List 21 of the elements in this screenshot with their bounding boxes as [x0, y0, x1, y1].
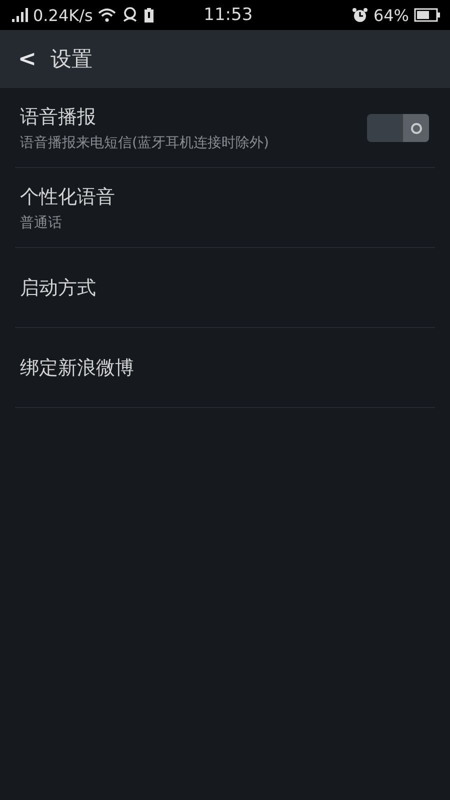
item-subtitle: 普通话	[20, 214, 63, 232]
wifi-icon	[98, 8, 116, 22]
settings-item[interactable]: 个性化语音 普通话	[15, 168, 435, 248]
item-title: 语音播报	[20, 104, 97, 130]
network-speed: 0.24K/s	[33, 6, 93, 24]
toggle-switch[interactable]	[367, 114, 429, 142]
back-button[interactable]: <	[12, 46, 42, 72]
settings-item[interactable]: 语音播报 语音播报来电短信(蓝牙耳机连接时除外)	[15, 88, 435, 168]
settings-item[interactable]: 启动方式	[15, 248, 435, 328]
item-title: 个性化语音	[20, 184, 115, 210]
battery-icon	[414, 8, 440, 22]
battery-percent: 64%	[373, 6, 409, 24]
item-title: 绑定新浪微博	[20, 356, 134, 380]
page-title: 设置	[50, 46, 92, 73]
settings-item[interactable]: 绑定新浪微博	[15, 328, 435, 408]
item-title: 启动方式	[20, 276, 96, 300]
alarm-icon	[352, 7, 368, 23]
item-subtitle: 语音播报来电短信(蓝牙耳机连接时除外)	[20, 134, 269, 152]
battery-saver-icon	[144, 8, 154, 22]
signal-icon	[12, 8, 28, 22]
clock: 11:53	[204, 5, 253, 25]
